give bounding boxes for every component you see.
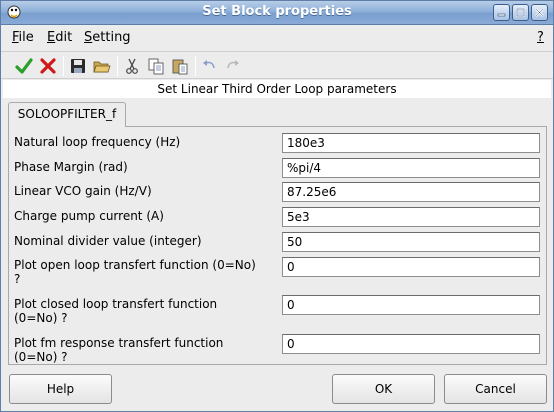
- undo-icon[interactable]: [201, 57, 219, 75]
- toolbar-separator: [63, 56, 64, 76]
- toolbar-separator: [117, 56, 118, 76]
- param-label-open-loop-line1: Plot open loop transfert function (0=No): [14, 258, 256, 272]
- tab-soloopfilter[interactable]: SOLOOPFILTER_f: [8, 102, 126, 127]
- dialog-window: Set Block properties File Edit Setting ?: [0, 0, 554, 412]
- param-label-closed-loop-line1: Plot closed loop transfert function: [14, 297, 218, 311]
- param-label-divider: Nominal divider value (integer): [14, 234, 202, 248]
- param-input-vco-gain[interactable]: [282, 182, 540, 202]
- param-label-natural-frequency: Natural loop frequency (Hz): [14, 135, 181, 149]
- menu-edit[interactable]: Edit: [47, 30, 72, 45]
- param-input-divider[interactable]: [282, 232, 540, 252]
- param-input-charge-pump[interactable]: [282, 207, 540, 227]
- param-label-fm-response-line2: (0=No) ?: [14, 350, 68, 364]
- param-label-vco-gain: Linear VCO gain (Hz/V): [14, 184, 152, 198]
- param-label-phase-margin: Phase Margin (rad): [14, 160, 128, 174]
- param-label-open-loop-line2: ?: [14, 272, 21, 286]
- help-button[interactable]: Help: [9, 374, 112, 404]
- close-button[interactable]: [531, 4, 548, 21]
- param-input-open-loop[interactable]: [282, 257, 540, 277]
- dialog-heading: Set Linear Third Order Loop parameters: [3, 80, 551, 98]
- save-icon[interactable]: [69, 57, 87, 75]
- menu-setting-rest: etting: [92, 30, 131, 45]
- cut-icon[interactable]: [123, 57, 141, 75]
- param-label-closed-loop: Plot closed loop transfert function (0=N…: [14, 297, 217, 325]
- close-icon: [535, 8, 544, 17]
- param-input-fm-response[interactable]: [282, 334, 540, 354]
- menu-file[interactable]: File: [12, 30, 34, 45]
- toolbar: [1, 51, 553, 79]
- param-label-charge-pump: Charge pump current (A): [14, 209, 164, 223]
- paste-icon[interactable]: [171, 57, 189, 75]
- minimize-button[interactable]: [493, 4, 510, 21]
- param-label-open-loop: Plot open loop transfert function (0=No)…: [14, 258, 256, 286]
- minimize-icon: [497, 13, 506, 17]
- param-label-fm-response: Plot fm response transfert function (0=N…: [14, 336, 223, 364]
- cross-icon[interactable]: [39, 57, 57, 75]
- menu-help[interactable]: ?: [537, 30, 544, 45]
- window-title: Set Block properties: [202, 4, 352, 19]
- title-bar[interactable]: Set Block properties: [1, 1, 553, 25]
- redo-icon[interactable]: [223, 57, 241, 75]
- menu-edit-accel: E: [47, 30, 56, 45]
- param-label-closed-loop-line2: (0=No) ?: [14, 311, 68, 325]
- copy-icon[interactable]: [147, 57, 165, 75]
- toolbar-separator: [195, 56, 196, 76]
- menu-bar: File Edit Setting ?: [1, 26, 553, 50]
- menu-edit-rest: dit: [55, 30, 73, 45]
- menu-file-rest: ile: [18, 30, 34, 45]
- ok-button[interactable]: OK: [332, 374, 435, 404]
- open-folder-icon[interactable]: [93, 57, 111, 75]
- menu-setting[interactable]: Setting: [84, 30, 131, 45]
- maximize-icon: [516, 8, 525, 17]
- param-input-phase-margin[interactable]: [282, 158, 540, 178]
- cancel-button[interactable]: Cancel: [444, 374, 547, 404]
- param-input-natural-frequency[interactable]: [282, 133, 540, 153]
- maximize-button[interactable]: [512, 4, 529, 21]
- param-label-fm-response-line1: Plot fm response transfert function: [14, 336, 224, 350]
- check-icon[interactable]: [15, 57, 33, 75]
- param-input-closed-loop[interactable]: [282, 295, 540, 315]
